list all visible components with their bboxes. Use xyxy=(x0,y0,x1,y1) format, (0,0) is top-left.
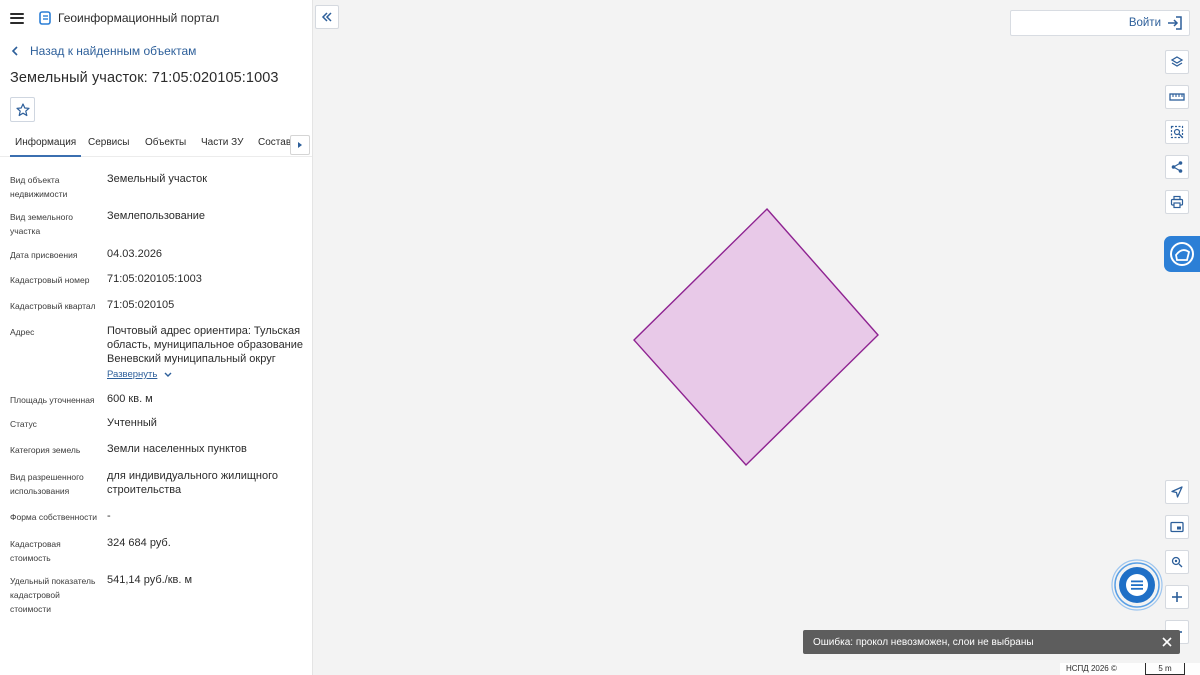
chat-button[interactable] xyxy=(1111,559,1163,611)
info-panel: Геоинформационный портал Назад к найденн… xyxy=(0,0,313,675)
page-title: Земельный участок: 71:05:020105:1003 xyxy=(10,70,279,86)
assistant-button[interactable] xyxy=(1164,236,1200,272)
prop-value-cadastral-number: 71:05:020105:1003 xyxy=(107,273,202,285)
select-area-button[interactable] xyxy=(1165,120,1189,144)
back-link-label: Назад к найденным объектам xyxy=(30,44,197,58)
prop-value-cadastral-quarter: 71:05:020105 xyxy=(107,299,175,311)
prop-value-assign-date: 04.03.2026 xyxy=(107,248,163,260)
tabs-next-button[interactable] xyxy=(290,135,310,155)
basemap-button[interactable] xyxy=(1165,515,1189,539)
tab-objects[interactable]: Объекты xyxy=(145,131,186,157)
address-expand-link[interactable]: Развернуть xyxy=(107,369,173,380)
close-icon[interactable] xyxy=(1160,635,1174,649)
prop-label-permitted-use: Вид разрешенного использования xyxy=(10,472,84,496)
favorite-button[interactable] xyxy=(10,97,35,122)
select-area-icon xyxy=(1170,125,1184,139)
zoom-in-icon xyxy=(1172,592,1182,602)
chevron-right-icon xyxy=(298,142,302,148)
ruler-icon xyxy=(1169,93,1185,101)
basemap-icon xyxy=(1170,521,1184,533)
prop-value-cadastral-value: 324 684 руб. xyxy=(107,537,171,549)
prop-label-object-type: Вид объекта недвижимости xyxy=(10,175,68,199)
back-link[interactable]: Назад к найденным объектам xyxy=(10,44,196,58)
locate-button[interactable] xyxy=(1165,480,1189,504)
collapse-panel-button[interactable] xyxy=(315,5,339,29)
print-icon xyxy=(1170,195,1184,209)
prop-label-status: Статус xyxy=(10,419,37,429)
prop-value-land-category: Земли населенных пунктов xyxy=(107,443,247,455)
toast-message: Ошибка: прокол невозможен, слои не выбра… xyxy=(813,636,1034,648)
prop-value-permitted-use: для индивидуального жилищного строительст… xyxy=(107,470,279,496)
tab-composition[interactable]: Состав xyxy=(258,131,291,157)
login-label: Войти xyxy=(1128,17,1161,29)
share-button[interactable] xyxy=(1165,155,1189,179)
logo-icon xyxy=(39,10,51,25)
prop-value-status: Учтенный xyxy=(107,417,157,429)
top-bar: Геоинформационный портал xyxy=(0,0,312,36)
assistant-icon xyxy=(1170,242,1194,266)
prop-label-assign-date: Дата присвоения xyxy=(10,250,78,260)
prop-label-parcel-type: Вид земельного участка xyxy=(10,212,74,236)
hamburger-icon[interactable] xyxy=(10,12,24,24)
land-parcel-shape[interactable] xyxy=(633,207,879,467)
chevron-down-icon xyxy=(164,372,172,377)
layers-icon xyxy=(1170,56,1184,67)
login-button[interactable]: Войти xyxy=(1010,10,1190,36)
chevron-left-icon xyxy=(11,46,18,56)
print-button[interactable] xyxy=(1165,190,1189,214)
layers-button[interactable] xyxy=(1165,50,1189,74)
prop-value-address: Почтовый адрес ориентира: Тульская област… xyxy=(107,325,304,365)
zoom-in-button[interactable] xyxy=(1165,585,1189,609)
pin-icon xyxy=(1171,556,1183,568)
app-title: Геоинформационный портал xyxy=(58,11,220,25)
prop-label-land-category: Категория земель xyxy=(10,445,81,455)
ruler-button[interactable] xyxy=(1165,85,1189,109)
prop-value-parcel-type: Землепользование xyxy=(107,210,206,222)
address-expand-label: Развернуть xyxy=(107,369,158,380)
prop-value-area: 600 кв. м xyxy=(107,393,153,405)
share-icon xyxy=(1171,161,1183,173)
tab-services[interactable]: Сервисы xyxy=(88,131,129,157)
prop-label-ownership: Форма собственности xyxy=(10,512,97,522)
prop-value-specific-value: 541,14 руб./кв. м xyxy=(107,574,193,586)
prop-value-object-type: Земельный участок xyxy=(107,173,208,185)
scale-bar: 5 m xyxy=(1145,663,1185,675)
tab-parts[interactable]: Части ЗУ xyxy=(201,131,243,157)
prop-label-area: Площадь уточненная xyxy=(10,395,95,405)
locate-icon xyxy=(1171,486,1183,498)
star-icon xyxy=(15,102,30,116)
prop-label-cadastral-quarter: Кадастровый квартал xyxy=(10,301,96,311)
prop-value-ownership: - xyxy=(107,510,111,522)
prop-label-address: Адрес xyxy=(10,327,35,337)
tab-info[interactable]: Информация xyxy=(10,131,82,157)
prop-label-cadastral-value: Кадастровая стоимость xyxy=(10,539,61,563)
tab-bar: Информация Сервисы Объекты Части ЗУ Сост… xyxy=(0,131,312,157)
error-toast: Ошибка: прокол невозможен, слои не выбра… xyxy=(803,630,1180,654)
prop-label-specific-value: Удельный показатель кадастровой стоимости xyxy=(10,576,96,614)
login-icon xyxy=(1168,16,1182,30)
prop-label-cadastral-number: Кадастровый номер xyxy=(10,275,90,285)
pin-button[interactable] xyxy=(1165,550,1189,574)
chat-icon xyxy=(1126,574,1148,596)
double-chevron-left-icon xyxy=(321,12,332,22)
